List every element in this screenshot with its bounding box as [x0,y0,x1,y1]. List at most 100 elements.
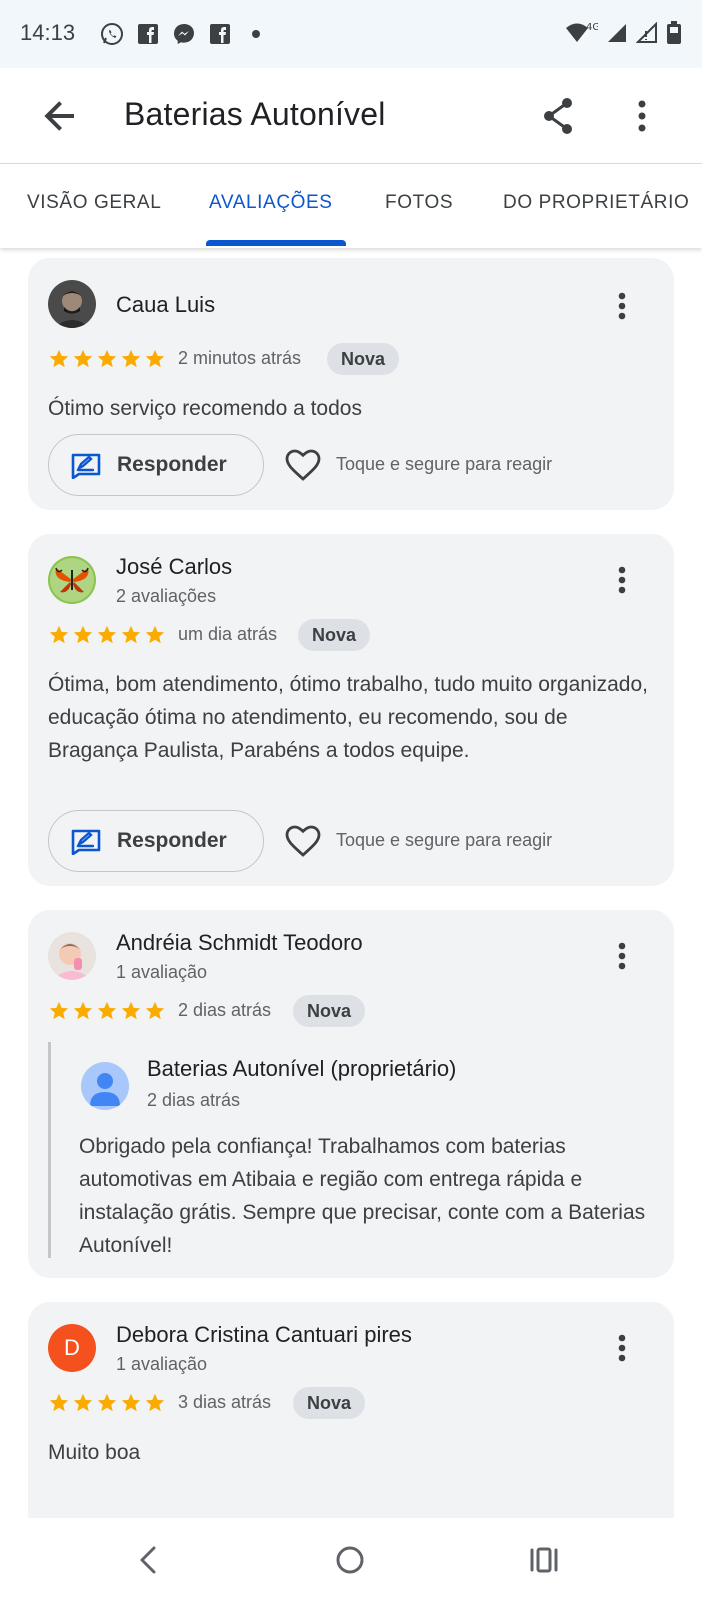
owner-reply-time: 2 dias atrás [147,1090,241,1110]
more-vert-icon [638,100,646,132]
star-icon [73,1001,93,1020]
new-badge: Nova [298,619,371,651]
star-rating [48,1000,166,1022]
system-icons: 4G [564,20,682,46]
star-icon [145,1393,165,1412]
star-icon [121,1393,141,1412]
back-button[interactable] [36,92,84,140]
tab-reviews[interactable]: AVALIAÇÕES [209,192,333,214]
reply-button[interactable]: Responder [48,810,264,872]
avatar-letter: D [64,1335,80,1360]
star-icon [97,1001,117,1020]
review-text: Ótima, bom atendimento, ótimo trabalho, … [48,673,648,762]
dot-icon [252,30,260,38]
review-time: um dia atrás [178,624,278,644]
star-icon [145,625,165,644]
review-text: Muito boa [48,1441,141,1464]
battery-icon [667,21,681,44]
star-icon [97,625,117,644]
nav-back-icon [140,1546,156,1574]
tab-bar: VISÃO GERAL AVALIAÇÕES FOTOS DO PROPRIET… [0,164,702,248]
reviewer-name[interactable]: José Carlos [116,554,232,580]
react-hint: Toque e segure para reagir [336,454,553,474]
share-button[interactable] [534,92,582,140]
tab-from-owner[interactable]: DO PROPRIETÁRIO [503,192,689,214]
reviewer-name[interactable]: Caua Luis [116,292,215,318]
review-options-button[interactable] [604,556,640,604]
avatar: D [48,1324,96,1372]
heart-icon[interactable] [284,822,322,860]
reviewer-name[interactable]: Debora Cristina Cantuari pires [116,1322,412,1348]
star-icon [121,349,141,368]
owner-reply: Baterias Autonível (proprietário) 2 dias… [48,1042,648,1258]
review-time: 2 dias atrás [178,1000,272,1020]
reply-label: Responder [117,453,227,476]
review-options-button[interactable] [604,282,640,330]
signal-icon [636,22,657,43]
reviewer-review-count: 1 avaliação [116,1354,208,1374]
avatar [48,556,96,604]
reviewer-review-count: 2 avaliações [116,586,217,606]
star-rating [48,1392,166,1414]
new-badge: Nova [327,343,400,375]
nav-home-button[interactable] [326,1536,374,1584]
more-vert-icon [618,292,626,320]
review-time: 3 dias atrás [178,1392,272,1412]
review-time: 2 minutos atrás [178,348,302,368]
star-icon [145,349,165,368]
butterfly-avatar [48,556,96,604]
status-bar: 14:13 4G [0,0,702,68]
more-options-button[interactable] [618,92,666,140]
star-icon [145,1001,165,1020]
reviews-list: Caua Luis 2 minutos atrás Nova Ótimo ser… [0,248,702,1518]
star-icon [49,1393,69,1412]
share-icon [544,98,572,134]
reply-icon [71,453,101,479]
star-icon [49,625,69,644]
nav-recents-icon [530,1547,558,1573]
whatsapp-icon [101,23,123,45]
reviewer-photo [48,280,96,328]
arrow-back-icon [44,101,74,131]
star-icon [73,625,93,644]
review-card: D Debora Cristina Cantuari pires 1 avali… [28,1302,674,1518]
heart-icon[interactable] [284,446,322,484]
star-rating [48,624,166,646]
app-bar: Baterias Autonível [0,68,702,164]
person-icon [90,1073,120,1106]
reviewer-photo [48,932,96,980]
review-card: José Carlos 2 avaliações um dia atrás No… [28,534,674,886]
react-hint: Toque e segure para reagir [336,830,553,850]
page-title: Baterias Autonível [124,96,386,132]
star-icon [97,1393,117,1412]
notification-icons [100,22,268,46]
avatar [48,280,96,328]
nav-home-icon [336,1546,364,1574]
review-card: Caua Luis 2 minutos atrás Nova Ótimo ser… [28,258,674,510]
reply-label: Responder [117,829,227,852]
reply-button[interactable]: Responder [48,434,264,496]
avatar [48,932,96,980]
wifi-icon: 4G [566,22,598,42]
new-badge: Nova [293,1387,366,1419]
review-text: Ótimo serviço recomendo a todos [48,397,362,420]
signal-icon [608,24,626,42]
owner-reply-text: Obrigado pela confiança! Trabalhamos com… [79,1135,646,1257]
review-options-button[interactable] [604,1324,640,1372]
star-icon [73,349,93,368]
reviewer-review-count: 1 avaliação [116,962,208,982]
owner-name: Baterias Autonível (proprietário) [147,1056,457,1081]
nav-back-button[interactable] [124,1536,172,1584]
owner-avatar [81,1062,129,1110]
more-vert-icon [618,566,626,594]
star-icon [121,1001,141,1020]
reviewer-name[interactable]: Andréia Schmidt Teodoro [116,930,363,956]
tab-overview[interactable]: VISÃO GERAL [27,192,161,214]
tab-photos[interactable]: FOTOS [385,192,453,214]
facebook-icon [210,24,230,44]
review-options-button[interactable] [604,932,640,980]
star-icon [49,349,69,368]
nav-recents-button[interactable] [520,1536,568,1584]
more-vert-icon [618,1334,626,1362]
reply-icon [71,829,101,855]
